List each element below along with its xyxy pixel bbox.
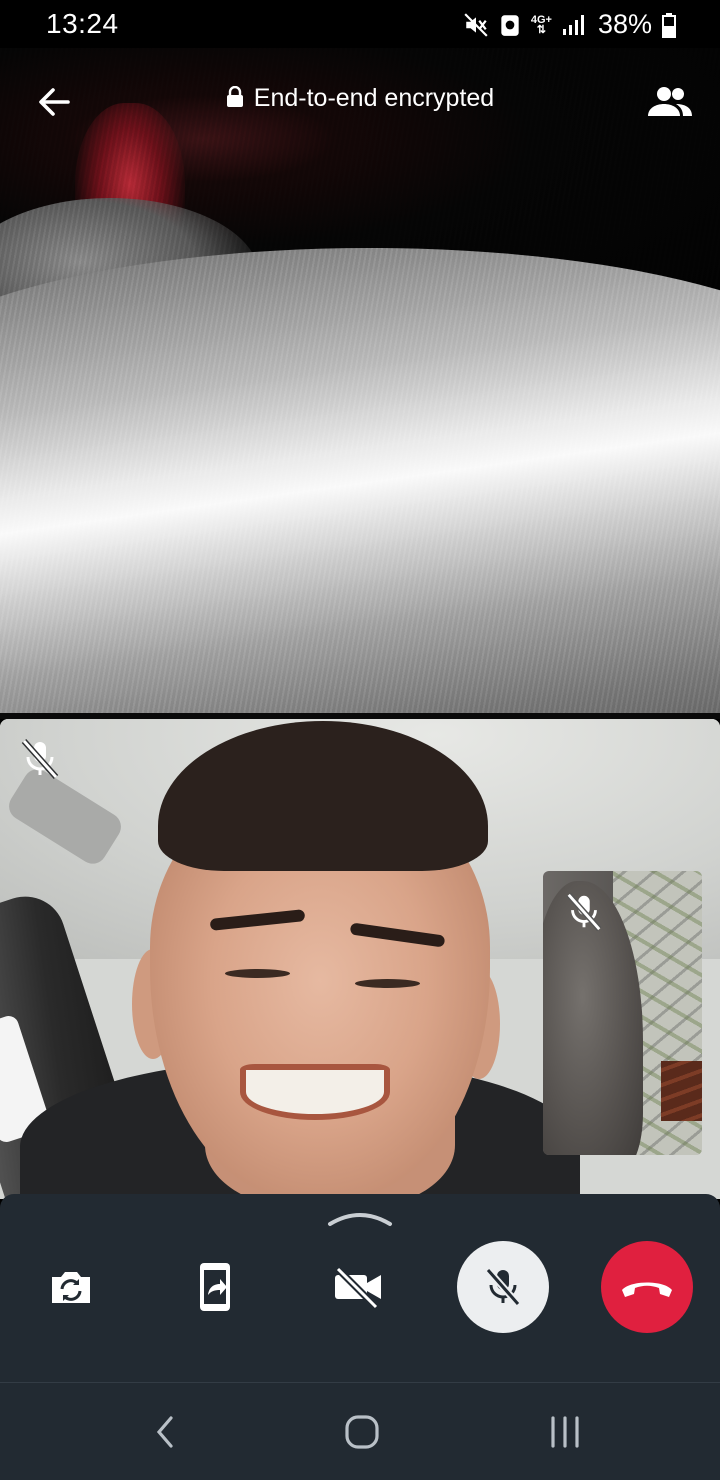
mute-status-icon xyxy=(463,12,489,38)
remote-video-feed[interactable] xyxy=(0,48,720,713)
encryption-label: End-to-end encrypted xyxy=(253,84,495,112)
mic-off-icon xyxy=(21,739,59,779)
participants-icon xyxy=(648,87,692,116)
signal-icon xyxy=(562,13,588,37)
battery-percent: 38% xyxy=(597,9,652,39)
flip-camera-button[interactable] xyxy=(25,1241,117,1333)
video-off-icon xyxy=(335,1266,381,1309)
video-toggle-button[interactable] xyxy=(313,1241,405,1333)
back-nav-icon xyxy=(156,1416,173,1448)
data-saver-icon xyxy=(499,12,521,38)
hang-up-icon xyxy=(622,1282,672,1297)
call-title: End-to-end encrypted xyxy=(0,84,720,115)
camera-flip-icon xyxy=(52,1272,90,1303)
call-header: End-to-end encrypted xyxy=(0,72,720,132)
screen-share-icon xyxy=(200,1263,230,1311)
self-mic-off-indicator xyxy=(563,891,605,938)
expand-handle[interactable] xyxy=(326,1208,394,1228)
nav-recents-button[interactable] xyxy=(545,1412,585,1452)
self-view-pip[interactable] xyxy=(543,871,702,1155)
system-nav-bar xyxy=(0,1382,720,1480)
status-bar: 13:24 4G+ ⇅ 38% xyxy=(0,0,720,48)
home-nav-icon xyxy=(345,1415,379,1449)
network-type: 4G+ ⇅ xyxy=(530,13,552,36)
chevron-up-icon xyxy=(328,1213,392,1226)
remote-mic-off-indicator xyxy=(18,737,62,786)
mute-toggle-button[interactable] xyxy=(457,1241,549,1333)
end-call-button[interactable] xyxy=(601,1241,693,1333)
mic-off-icon xyxy=(566,892,602,932)
recents-nav-icon xyxy=(551,1416,579,1448)
lock-icon xyxy=(226,85,244,115)
participants-button[interactable] xyxy=(646,82,694,122)
mic-off-icon xyxy=(485,1267,521,1307)
call-controls-panel xyxy=(0,1194,720,1382)
status-icons: 4G+ ⇅ 38% xyxy=(463,9,676,40)
nav-home-button[interactable] xyxy=(340,1412,384,1452)
share-screen-button[interactable] xyxy=(169,1241,261,1333)
nav-back-button[interactable] xyxy=(145,1412,185,1452)
status-time: 13:24 xyxy=(46,8,119,39)
battery-icon xyxy=(662,12,676,38)
